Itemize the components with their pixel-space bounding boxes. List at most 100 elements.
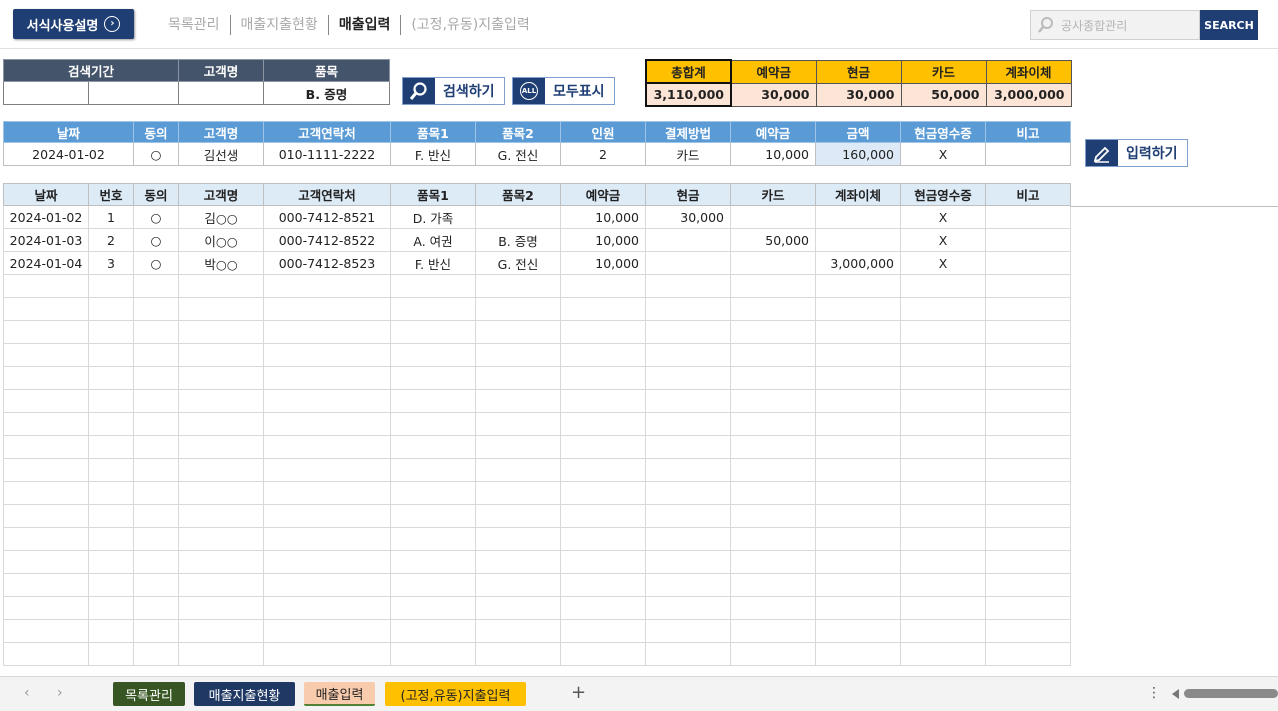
- record-cell[interactable]: [645, 481, 731, 505]
- record-cell[interactable]: [560, 573, 646, 597]
- record-cell[interactable]: [88, 297, 134, 321]
- record-cell[interactable]: [178, 320, 264, 344]
- record-cell[interactable]: [88, 458, 134, 482]
- record-cell[interactable]: [133, 481, 179, 505]
- record-cell[interactable]: [390, 527, 476, 551]
- record-cell[interactable]: 이○○: [178, 228, 264, 252]
- record-cell[interactable]: [178, 504, 264, 528]
- record-cell[interactable]: [178, 274, 264, 298]
- record-cell[interactable]: [730, 251, 816, 275]
- record-cell[interactable]: [900, 297, 986, 321]
- record-cell[interactable]: [178, 343, 264, 367]
- record-cell[interactable]: [390, 320, 476, 344]
- record-cell[interactable]: 3,000,000: [815, 251, 901, 275]
- record-cell[interactable]: [133, 504, 179, 528]
- record-cell[interactable]: [560, 481, 646, 505]
- record-cell[interactable]: [178, 481, 264, 505]
- record-cell[interactable]: [985, 274, 1071, 298]
- record-cell[interactable]: [263, 343, 391, 367]
- record-cell[interactable]: [263, 274, 391, 298]
- record-cell[interactable]: [645, 343, 731, 367]
- record-cell[interactable]: [263, 642, 391, 666]
- scroll-left-icon[interactable]: [1172, 689, 1179, 699]
- input-action-button[interactable]: 입력하기: [1085, 139, 1188, 167]
- record-cell[interactable]: [815, 274, 901, 298]
- record-cell[interactable]: [985, 435, 1071, 459]
- record-cell[interactable]: [3, 550, 89, 574]
- record-cell[interactable]: [88, 274, 134, 298]
- record-cell[interactable]: [900, 366, 986, 390]
- record-cell[interactable]: [475, 389, 561, 413]
- record-cell[interactable]: X: [900, 251, 986, 275]
- record-cell[interactable]: [133, 412, 179, 436]
- filter-period-end[interactable]: [88, 81, 179, 105]
- record-cell[interactable]: [88, 435, 134, 459]
- record-cell[interactable]: [815, 366, 901, 390]
- record-cell[interactable]: [475, 481, 561, 505]
- record-cell[interactable]: 2024-01-04: [3, 251, 89, 275]
- record-cell[interactable]: [900, 389, 986, 413]
- record-cell[interactable]: [985, 366, 1071, 390]
- record-cell[interactable]: [900, 596, 986, 620]
- record-cell[interactable]: [3, 642, 89, 666]
- record-cell[interactable]: [475, 343, 561, 367]
- record-cell[interactable]: [133, 320, 179, 344]
- record-cell[interactable]: [985, 504, 1071, 528]
- input-note[interactable]: [985, 142, 1071, 166]
- record-cell[interactable]: [133, 343, 179, 367]
- record-cell[interactable]: [390, 297, 476, 321]
- record-cell[interactable]: [390, 458, 476, 482]
- record-cell[interactable]: [475, 366, 561, 390]
- record-cell[interactable]: [900, 274, 986, 298]
- record-cell[interactable]: [985, 458, 1071, 482]
- record-cell[interactable]: [645, 573, 731, 597]
- record-cell[interactable]: [475, 596, 561, 620]
- record-cell[interactable]: [390, 481, 476, 505]
- record-cell[interactable]: [475, 435, 561, 459]
- record-cell[interactable]: 000-7412-8521: [263, 205, 391, 229]
- record-cell[interactable]: [900, 550, 986, 574]
- record-cell[interactable]: 10,000: [560, 251, 646, 275]
- record-cell[interactable]: [985, 527, 1071, 551]
- record-cell[interactable]: [133, 573, 179, 597]
- record-cell[interactable]: [178, 550, 264, 574]
- record-cell[interactable]: [560, 527, 646, 551]
- record-cell[interactable]: [815, 228, 901, 252]
- record-cell[interactable]: [263, 619, 391, 643]
- record-cell[interactable]: X: [900, 228, 986, 252]
- record-cell[interactable]: [263, 573, 391, 597]
- record-cell[interactable]: [475, 504, 561, 528]
- record-cell[interactable]: [88, 366, 134, 390]
- input-cash-receipt[interactable]: X: [900, 142, 986, 166]
- record-cell[interactable]: [560, 297, 646, 321]
- record-cell[interactable]: [178, 412, 264, 436]
- record-cell[interactable]: [815, 297, 901, 321]
- record-cell[interactable]: [730, 205, 816, 229]
- record-cell[interactable]: [815, 527, 901, 551]
- record-cell[interactable]: [560, 320, 646, 344]
- record-cell[interactable]: [3, 619, 89, 643]
- record-cell[interactable]: [900, 504, 986, 528]
- nav-item-expense-input[interactable]: (고정,유동)지출입력: [400, 15, 539, 35]
- record-cell[interactable]: [88, 412, 134, 436]
- record-cell[interactable]: [560, 389, 646, 413]
- record-cell[interactable]: [178, 527, 264, 551]
- record-cell[interactable]: [985, 596, 1071, 620]
- record-cell[interactable]: X: [900, 205, 986, 229]
- guide-button[interactable]: 서식사용설명 ›: [13, 9, 134, 39]
- record-cell[interactable]: [263, 596, 391, 620]
- record-cell[interactable]: [3, 573, 89, 597]
- record-cell[interactable]: 30,000: [645, 205, 731, 229]
- record-cell[interactable]: [263, 527, 391, 551]
- record-cell[interactable]: [730, 550, 816, 574]
- record-cell[interactable]: [730, 642, 816, 666]
- record-cell[interactable]: [730, 343, 816, 367]
- search-action-button[interactable]: 검색하기: [402, 77, 505, 105]
- record-cell[interactable]: 000-7412-8522: [263, 228, 391, 252]
- record-cell[interactable]: [475, 573, 561, 597]
- record-cell[interactable]: [560, 366, 646, 390]
- input-customer[interactable]: 김선생: [178, 142, 264, 166]
- record-cell[interactable]: G. 전신: [475, 251, 561, 275]
- record-cell[interactable]: [133, 435, 179, 459]
- record-cell[interactable]: [133, 297, 179, 321]
